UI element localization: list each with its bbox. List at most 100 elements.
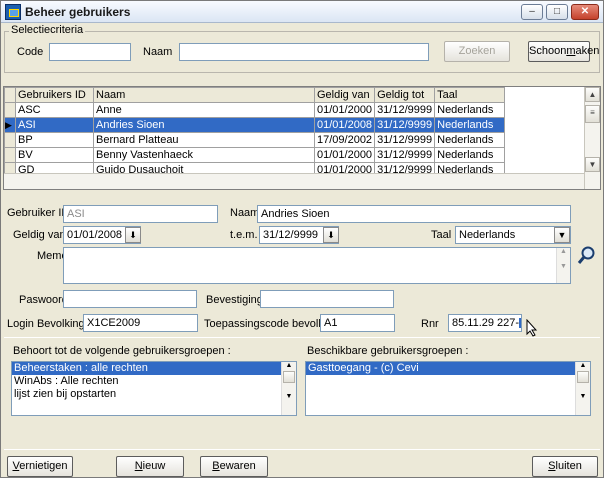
available-groups-list[interactable]: Gasttoegang - (c) Cevi ▲ ▼ <box>305 361 591 416</box>
memo-scrollbar[interactable]: ▲ ▼ <box>556 248 570 283</box>
bevestiging-field[interactable] <box>260 290 394 308</box>
new-accelerator: N <box>134 460 143 472</box>
table-cell[interactable]: BV <box>15 147 94 163</box>
scroll-down-icon[interactable]: ▼ <box>557 263 570 270</box>
member-list-scrollbar[interactable]: ▲ ▼ <box>281 362 296 415</box>
naam-criteria-label: Naam <box>143 46 173 58</box>
login-bevolking-field[interactable]: X1CE2009 <box>83 314 198 332</box>
chevron-down-icon[interactable]: ▼ <box>554 227 570 243</box>
table-cell[interactable]: 31/12/9999 <box>374 102 436 118</box>
new-button[interactable]: Nieuw <box>116 456 184 477</box>
toepassingscode-field[interactable]: A1 <box>320 314 395 332</box>
table-row[interactable]: BV Benny Vastenhaeck 01/01/2000 31/12/9999 N… <box>4 147 506 163</box>
scroll-down-icon[interactable]: ▼ <box>576 393 590 400</box>
new-label-end: ieuw <box>142 460 166 472</box>
naam-detail-label: Naam <box>230 207 260 219</box>
scroll-up-icon[interactable]: ▲ <box>282 362 296 369</box>
grid-vertical-scrollbar[interactable]: ▲ ≡ ▼ <box>584 87 600 189</box>
row-indicator <box>4 147 16 163</box>
scroll-down-icon[interactable]: ▼ <box>282 393 296 400</box>
table-cell[interactable]: Nederlands <box>434 147 506 163</box>
list-item[interactable]: WinAbs : Alle rechten <box>12 375 281 388</box>
list-item[interactable]: Gasttoegang - (c) Cevi <box>306 362 575 375</box>
calendar-dropdown-icon[interactable]: ⬇ <box>125 227 141 243</box>
gebruiker-id-label: Gebruiker ID <box>7 207 70 219</box>
memo-textarea[interactable]: ▲ ▼ <box>63 247 571 284</box>
list-item[interactable]: Beheerstaken : alle rechten <box>12 362 281 375</box>
geldig-van-label: Geldig van <box>13 229 66 241</box>
table-row[interactable]: BP Bernard Platteau 17/09/2002 31/12/9999 Ne… <box>4 132 506 148</box>
table-cell[interactable]: 31/12/9999 <box>374 132 436 148</box>
scroll-up-icon[interactable]: ▲ <box>557 248 570 255</box>
scroll-down-icon[interactable]: ▼ <box>585 157 600 172</box>
column-header-naam[interactable]: Naam <box>93 87 315 103</box>
close-button[interactable]: Sluiten <box>532 456 598 477</box>
column-header-geldig-tot[interactable]: Geldig tot <box>374 87 436 103</box>
member-groups-label: Behoort tot de volgende gebruikersgroepe… <box>13 345 231 357</box>
paswoord-label: Paswoord <box>19 294 68 306</box>
table-row[interactable]: ASC Anne 01/01/2000 31/12/9999 Nederlands <box>4 102 506 118</box>
close-window-button[interactable]: ✕ <box>571 4 599 20</box>
search-button[interactable]: Zoeken <box>444 41 510 62</box>
taal-label: Taal <box>431 229 452 241</box>
mouse-pointer-icon <box>526 318 538 337</box>
clear-button-label-start: Schoon <box>529 45 567 57</box>
window-title: Beheer gebruikers <box>25 5 131 19</box>
available-list-scrollbar[interactable]: ▲ ▼ <box>575 362 590 415</box>
table-cell[interactable]: Nederlands <box>434 102 506 118</box>
save-label-end: ewaren <box>219 460 256 472</box>
table-cell[interactable]: Nederlands <box>434 132 506 148</box>
search-icon[interactable] <box>577 245 597 265</box>
code-input[interactable] <box>49 43 131 61</box>
maximize-button[interactable]: □ <box>546 4 568 20</box>
grid-horizontal-scrollbar[interactable] <box>4 173 584 189</box>
grid-body: ASC Anne 01/01/2000 31/12/9999 Nederlands ▶ AS… <box>4 102 506 178</box>
table-cell[interactable]: 31/12/9999 <box>374 147 436 163</box>
table-cell[interactable]: Andries Sioen <box>93 117 315 133</box>
scroll-thumb[interactable] <box>283 371 295 383</box>
text-cursor <box>519 318 521 329</box>
grid-header-row: Gebruikers ID Naam Geldig van Geldig tot… <box>4 87 506 103</box>
calendar-dropdown-icon[interactable]: ⬇ <box>323 227 339 243</box>
criteria-group-label: Selectiecriteria <box>9 24 86 36</box>
clear-button[interactable]: Schoonmaken <box>528 41 599 62</box>
naam-criteria-input[interactable] <box>179 43 429 61</box>
close-label-end: luiten <box>555 460 582 472</box>
clear-button-label-end: aken <box>575 45 600 57</box>
table-cell[interactable]: ASC <box>15 102 94 118</box>
table-cell[interactable]: 01/01/2008 <box>313 117 376 133</box>
divider <box>4 337 600 338</box>
login-bevolking-label: Login Bevolking <box>7 318 85 330</box>
column-header-taal[interactable]: Taal <box>434 87 506 103</box>
column-header-geldig-van[interactable]: Geldig van <box>313 87 376 103</box>
table-cell[interactable]: Anne <box>93 102 315 118</box>
table-cell[interactable]: 01/01/2000 <box>313 102 376 118</box>
table-cell[interactable]: 01/01/2000 <box>313 147 376 163</box>
scroll-thumb[interactable]: ≡ <box>585 105 600 123</box>
paswoord-field[interactable] <box>63 290 197 308</box>
list-item[interactable]: lijst zien bij opstarten <box>12 388 281 401</box>
column-header-id[interactable]: Gebruikers ID <box>15 87 94 103</box>
save-button[interactable]: Bewaren <box>200 456 268 477</box>
table-cell[interactable]: Benny Vastenhaeck <box>93 147 315 163</box>
table-cell[interactable]: ASI <box>15 117 94 133</box>
scroll-up-icon[interactable]: ▲ <box>585 87 600 102</box>
table-cell[interactable]: 31/12/9999 <box>374 117 436 133</box>
table-cell[interactable]: BP <box>15 132 94 148</box>
member-groups-list[interactable]: Beheerstaken : alle rechten WinAbs : Alle… <box>11 361 297 416</box>
naam-detail-field[interactable]: Andries Sioen <box>257 205 571 223</box>
table-cell[interactable]: Nederlands <box>434 117 506 133</box>
delete-button[interactable]: Vernietigen <box>7 456 73 477</box>
table-cell[interactable]: 17/09/2002 <box>313 132 376 148</box>
gebruiker-id-field[interactable]: ASI <box>63 205 218 223</box>
table-cell[interactable]: Bernard Platteau <box>93 132 315 148</box>
scroll-thumb[interactable] <box>577 371 589 383</box>
rnr-field[interactable]: 85.11.29 227- <box>448 314 522 332</box>
rnr-label: Rnr <box>421 318 439 330</box>
scroll-up-icon[interactable]: ▲ <box>576 362 590 369</box>
table-row[interactable]: ▶ ASI Andries Sioen 01/01/2008 31/12/9999 Ned… <box>4 117 506 133</box>
minimize-button[interactable]: – <box>521 4 543 20</box>
bevestiging-label: Bevestiging <box>206 294 263 306</box>
app-window: Beheer gebruikers – □ ✕ Selectiecriteria… <box>0 0 604 478</box>
title-bar: Beheer gebruikers – □ ✕ <box>1 1 603 23</box>
